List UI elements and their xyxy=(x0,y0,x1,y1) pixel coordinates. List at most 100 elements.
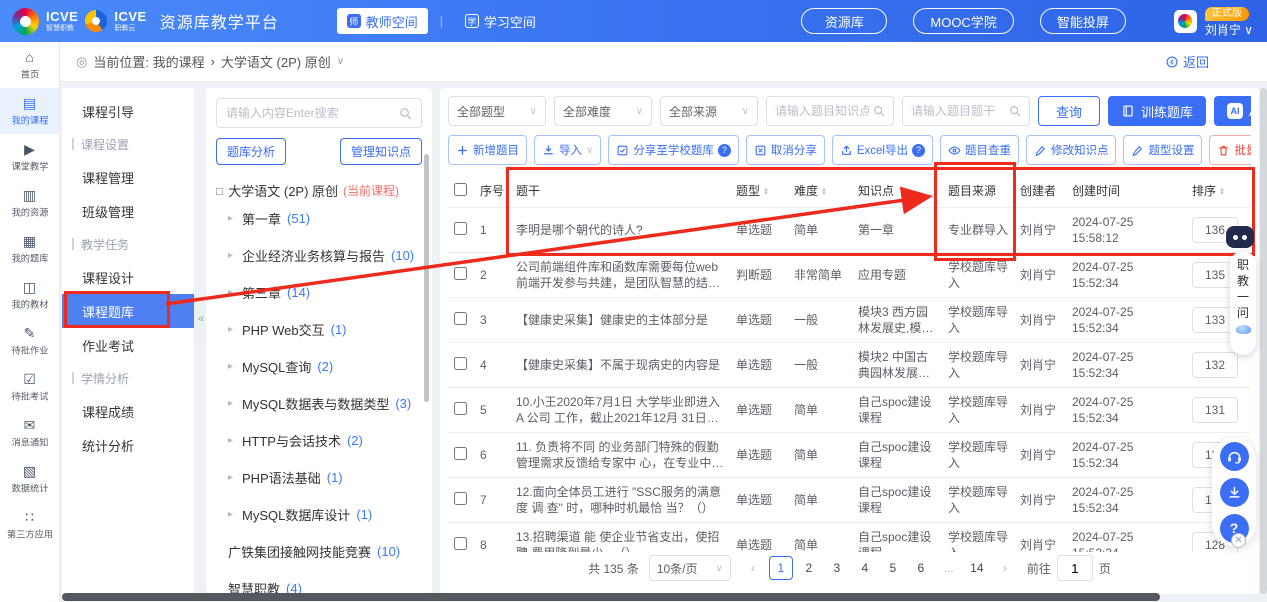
sidebar-item-classroom-teaching[interactable]: ▶ 课堂教学 xyxy=(0,134,59,180)
sort-caret-icon[interactable]: ▲▼ xyxy=(821,188,827,196)
filter-select-source[interactable]: 全部来源∨ xyxy=(660,96,758,126)
help-badge-icon[interactable]: ? xyxy=(912,144,925,157)
expand-caret-icon[interactable]: ▸ xyxy=(228,398,236,409)
download-icon[interactable] xyxy=(1220,478,1249,507)
pagination-page-5[interactable]: 5 xyxy=(881,556,905,580)
menu-item-course-design[interactable]: 课程设计 xyxy=(62,260,194,294)
row-checkbox[interactable] xyxy=(454,447,467,460)
page-size-select[interactable]: 10条/页∨ xyxy=(649,555,731,581)
toolbar-duplicate-check[interactable]: 题目查重 xyxy=(940,135,1019,165)
row-checkbox[interactable] xyxy=(454,312,467,325)
training-bank-button[interactable]: 训练题库 xyxy=(1108,96,1206,126)
pagination-next[interactable]: › xyxy=(993,556,1017,580)
tree-node[interactable]: ▸ PHP语法基础(1) xyxy=(216,459,422,496)
menu-item-statistics-analysis[interactable]: 统计分析 xyxy=(62,428,194,462)
column-header[interactable]: 题型▲▼ xyxy=(730,174,788,208)
row-checkbox[interactable] xyxy=(454,537,467,550)
question-stem-link[interactable]: 12.面向全体员工进行 "SSC服务的满意度 调 查" 时，哪种时机最恰 当？（… xyxy=(516,484,724,516)
row-checkbox[interactable] xyxy=(454,222,467,235)
tree-node[interactable]: ▸ 第一章(51) xyxy=(216,200,422,237)
sort-order-input[interactable] xyxy=(1192,397,1238,423)
sidebar-item-my-resources[interactable]: ▥ 我的资源 xyxy=(0,180,59,226)
header-pill-smart-cast[interactable]: 智能投屏 xyxy=(1040,8,1126,34)
menu-item-class-management[interactable]: 班级管理 xyxy=(62,194,194,228)
tree-scrollbar[interactable] xyxy=(424,154,429,402)
sidebar-item-my-question-bank[interactable]: ▦ 我的题库 xyxy=(0,226,59,272)
sidebar-item-third-party-apps[interactable]: ∷ 第三方应用 xyxy=(0,502,59,548)
expand-caret-icon[interactable]: ▸ xyxy=(228,472,236,483)
pagination-page-3[interactable]: 3 xyxy=(825,556,849,580)
header-pill-mooc-academy[interactable]: MOOC学院 xyxy=(913,8,1013,34)
column-header[interactable]: 题目来源 xyxy=(942,174,1014,208)
expand-caret-icon[interactable]: ▸ xyxy=(228,509,236,520)
pagination-page-1[interactable]: 1 xyxy=(769,556,793,580)
manage-knowledge-points-button[interactable]: 管理知识点 xyxy=(340,138,422,165)
tree-search-input[interactable] xyxy=(226,106,395,120)
toolbar-excel-export[interactable]: Excel导出 ? xyxy=(832,135,933,165)
toolbar-question-type-settings[interactable]: 题型设置 xyxy=(1123,135,1202,165)
toolbar-cancel-share[interactable]: 取消分享 xyxy=(746,135,825,165)
menu-item-course-management[interactable]: 课程管理 xyxy=(62,160,194,194)
nav-learning-space[interactable]: 学学习空间 xyxy=(455,8,546,34)
nav-teacher-space[interactable]: 师教师空间 xyxy=(337,8,428,34)
column-header[interactable]: 知识点 xyxy=(852,174,942,208)
column-header[interactable]: 排序▲▼ xyxy=(1186,174,1251,208)
question-stem-link[interactable]: 11. 负责将不同 的业务部门特殊的假勤 管理需求反馈给专家中 心，在专业中心的… xyxy=(516,439,724,471)
tree-node[interactable]: ▸ PHP Web交互(1) xyxy=(216,311,422,348)
user-menu[interactable]: 刘肖宁 ∨ xyxy=(1205,24,1253,36)
horizontal-scrollbar[interactable] xyxy=(62,593,1160,601)
filter-select-question-type[interactable]: 全部题型∨ xyxy=(448,96,546,126)
column-header[interactable]: 序号 xyxy=(474,174,510,208)
column-header[interactable]: 创建时间 xyxy=(1066,174,1186,208)
toolbar-batch-delete[interactable]: 批量删除 xyxy=(1209,135,1251,165)
select-all-checkbox[interactable] xyxy=(454,183,467,196)
menu-item-course-question-bank[interactable]: 课程题库 xyxy=(62,294,194,328)
filter-text-input[interactable] xyxy=(911,104,1005,118)
menu-item-course-settings[interactable]: 课程设置 xyxy=(62,128,194,160)
expand-caret-icon[interactable]: ▸ xyxy=(228,213,236,224)
column-header[interactable]: 题干 xyxy=(510,174,730,208)
customer-service-icon[interactable] xyxy=(1220,442,1249,471)
pagination-prev[interactable]: ‹ xyxy=(741,556,765,580)
row-checkbox[interactable] xyxy=(454,357,467,370)
assistant-robot-icon[interactable] xyxy=(1226,226,1254,248)
question-stem-link[interactable]: 【健康史采集】健康史的主体部分是 xyxy=(516,312,724,328)
filter-select-difficulty[interactable]: 全部难度∨ xyxy=(554,96,652,126)
sidebar-item-my-textbooks[interactable]: ◫ 我的教材 xyxy=(0,272,59,318)
vertical-scrollbar[interactable] xyxy=(1260,88,1267,594)
expand-caret-icon[interactable]: ▸ xyxy=(228,287,236,298)
row-checkbox[interactable] xyxy=(454,267,467,280)
filter-text-input[interactable] xyxy=(775,104,869,118)
app-switcher-icon[interactable] xyxy=(1174,10,1197,33)
expand-caret-icon[interactable]: ▸ xyxy=(228,324,236,335)
sidebar-item-my-courses[interactable]: ▤ 我的课程 xyxy=(0,88,59,134)
expand-caret-icon[interactable]: ▸ xyxy=(228,361,236,372)
sidebar-item-data-statistics[interactable]: ▧ 数据统计 xyxy=(0,456,59,502)
sidebar-item-notifications[interactable]: ✉ 消息通知 xyxy=(0,410,59,456)
header-pill-resource-library[interactable]: 资源库 xyxy=(801,8,887,34)
sort-caret-icon[interactable]: ▲▼ xyxy=(1219,188,1225,196)
breadcrumb-caret-icon[interactable]: ∨ xyxy=(337,56,344,67)
current-course-node[interactable]: □ 大学语文 (2P) 原创 (当前课程) xyxy=(216,181,422,200)
menu-item-teaching-tasks[interactable]: 教学任务 xyxy=(62,228,194,260)
expand-caret-icon[interactable]: ▸ xyxy=(228,250,236,261)
sidebar-item-pending-homework[interactable]: ✎ 待批作业 xyxy=(0,318,59,364)
menu-item-learning-analysis[interactable]: 学情分析 xyxy=(62,362,194,394)
tree-node[interactable]: ▸ MySQL查询(2) xyxy=(216,348,422,385)
toolbar-edit-knowledge[interactable]: 修改知识点 xyxy=(1026,135,1117,165)
ai-button[interactable]: AIA xyxy=(1214,96,1251,126)
close-icon[interactable]: ✕ xyxy=(1231,533,1246,548)
pagination-page-6[interactable]: 6 xyxy=(909,556,933,580)
menu-item-course-grades[interactable]: 课程成绩 xyxy=(62,394,194,428)
tree-node[interactable]: ▸ 第三章(14) xyxy=(216,274,422,311)
question-stem-link[interactable]: 李明是哪个朝代的诗人? xyxy=(516,222,724,238)
sidebar-item-pending-exams[interactable]: ☑ 待批考试 xyxy=(0,364,59,410)
tree-node[interactable]: 广铁集团接触网技能竞赛(10) xyxy=(216,533,422,570)
toolbar-add-question[interactable]: 新增题目 xyxy=(448,135,527,165)
pagination-page-4[interactable]: 4 xyxy=(853,556,877,580)
question-bank-analysis-button[interactable]: 题库分析 xyxy=(216,138,286,165)
goto-page-input[interactable] xyxy=(1057,555,1093,581)
back-button[interactable]: 返回 xyxy=(1165,52,1209,71)
tree-node[interactable]: ▸ HTTP与会话技术(2) xyxy=(216,422,422,459)
pagination-page-14[interactable]: 14 xyxy=(965,556,989,580)
